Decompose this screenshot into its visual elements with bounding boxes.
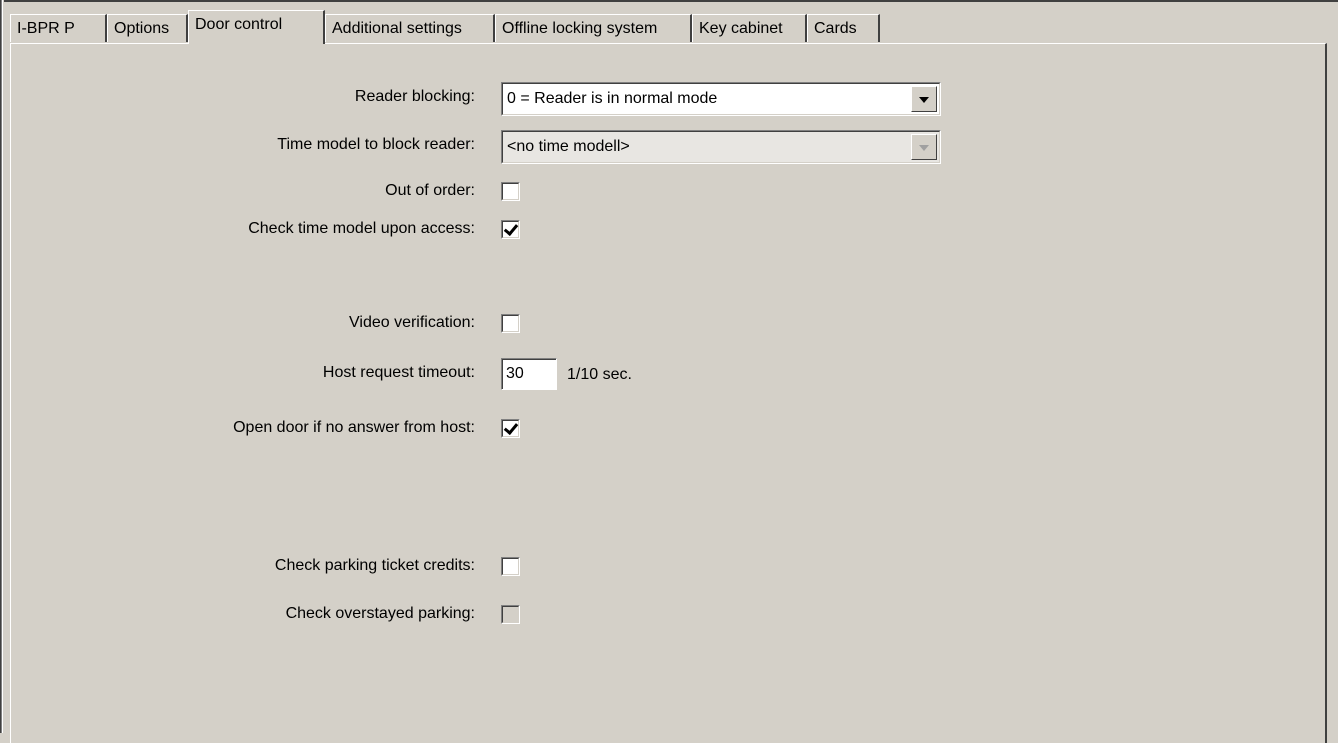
parking-credits-checkbox[interactable] [501,557,520,576]
out-of-order-row: Out of order: [11,176,1311,206]
open-door-label: Open door if no answer from host: [233,419,475,436]
open-door-checkbox[interactable] [501,419,520,438]
tab-door-control[interactable]: Door control [188,10,325,44]
video-verification-label: Video verification: [349,314,475,331]
tab-i-bpr-p[interactable]: I-BPR P [10,14,107,42]
chevron-down-icon[interactable] [911,86,937,112]
reader-blocking-select[interactable]: 0 = Reader is in normal mode [501,82,941,116]
out-of-order-checkbox[interactable] [501,182,520,201]
chevron-down-icon[interactable] [911,134,937,160]
window-top-edge [0,0,1338,2]
video-verification-row: Video verification: [11,308,1311,338]
window-left-edge [0,0,4,733]
parking-credits-label: Check parking ticket credits: [274,557,475,574]
parking-credits-row: Check parking ticket credits: [11,551,1311,581]
tab-cards[interactable]: Cards [807,14,880,42]
tab-key-cabinet[interactable]: Key cabinet [692,14,807,42]
tab-options[interactable]: Options [107,14,188,42]
host-timeout-label: Host request timeout: [322,364,475,381]
check-time-model-label: Check time model upon access: [248,220,475,237]
out-of-order-label: Out of order: [385,182,475,199]
host-timeout-row: Host request timeout: 1/10 sec. [11,358,1311,390]
check-time-model-checkbox[interactable] [501,220,520,239]
time-model-block-select[interactable]: <no time modell> [501,130,941,164]
reader-blocking-label: Reader blocking: [354,88,475,105]
reader-blocking-value: 0 = Reader is in normal mode [507,90,718,107]
time-model-block-label: Time model to block reader: [277,136,475,153]
host-timeout-unit: 1/10 sec. [567,366,632,383]
overstayed-parking-row: Check overstayed parking: [11,599,1311,629]
overstayed-parking-checkbox[interactable] [501,605,520,624]
door-control-panel: Reader blocking: 0 = Reader is in normal… [10,43,1327,743]
time-model-block-value: <no time modell> [507,138,630,155]
tab-offline-locking-system[interactable]: Offline locking system [495,14,692,42]
reader-blocking-row: Reader blocking: 0 = Reader is in normal… [11,82,1311,116]
overstayed-parking-label: Check overstayed parking: [285,605,475,622]
check-time-model-row: Check time model upon access: [11,214,1311,244]
open-door-row: Open door if no answer from host: [11,413,1311,443]
video-verification-checkbox[interactable] [501,314,520,333]
time-model-block-row: Time model to block reader: <no time mod… [11,130,1311,164]
tab-additional-settings[interactable]: Additional settings [325,14,495,42]
host-timeout-input[interactable] [501,358,557,390]
